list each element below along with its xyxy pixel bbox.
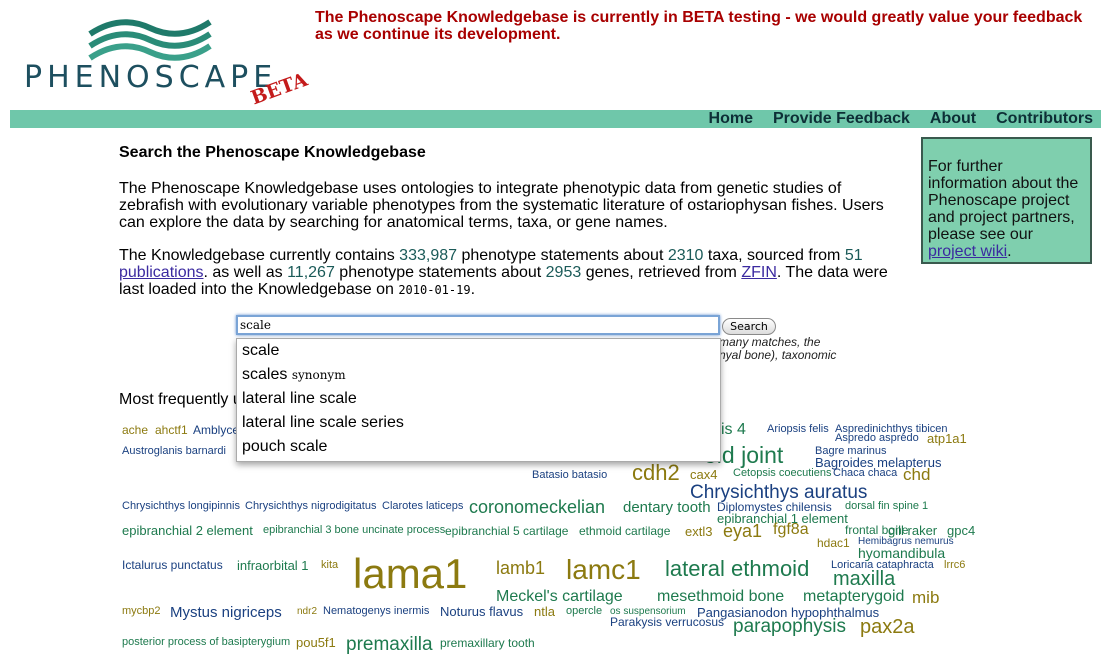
- autocomplete-dropdown: scale scales synonym lateral line scale …: [236, 338, 721, 462]
- tag-link[interactable]: coronomeckelian: [469, 498, 605, 516]
- tag-link[interactable]: posterior process of basipterygium: [122, 637, 290, 648]
- tag-link[interactable]: Chaca chaca: [833, 468, 897, 479]
- tag-link[interactable]: Aspredo aspredo: [835, 433, 919, 444]
- tag-link[interactable]: epibranchial 2 element: [122, 524, 253, 537]
- tag-link[interactable]: eya1: [723, 522, 762, 540]
- tag-link[interactable]: parapophysis: [733, 617, 846, 636]
- tag-link[interactable]: opercle: [566, 606, 602, 617]
- tag-link[interactable]: Parakysis verrucosus: [610, 616, 724, 628]
- tag-link[interactable]: fgf8a: [773, 522, 809, 538]
- tag-link[interactable]: dentary tooth: [623, 500, 711, 515]
- autocomplete-option[interactable]: pouch scale: [237, 435, 720, 459]
- tag-link[interactable]: dorsal fin spine 1: [845, 501, 928, 512]
- tag-link[interactable]: ahctf1: [155, 424, 188, 436]
- tag-link[interactable]: lateral ethmoid: [665, 558, 809, 580]
- tag-link[interactable]: kita: [321, 560, 338, 571]
- option-label: lateral line scale: [242, 390, 357, 407]
- tag-link[interactable]: Cetopsis coecutiens: [733, 468, 831, 479]
- tag-link[interactable]: ntla: [534, 605, 555, 618]
- autocomplete-option[interactable]: scale: [237, 339, 720, 363]
- tag-link[interactable]: Chrysichthys longipinnis: [122, 501, 240, 512]
- tag-link[interactable]: Noturus flavus: [440, 605, 523, 618]
- tag-link[interactable]: pou5f1: [296, 636, 336, 649]
- tag-link[interactable]: lamb1: [496, 559, 545, 577]
- tag-link[interactable]: premaxillary tooth: [440, 637, 535, 649]
- autocomplete-option[interactable]: scales synonym: [237, 363, 720, 387]
- tag-link[interactable]: Ictalurus punctatus: [122, 559, 223, 571]
- tag-link[interactable]: hyomandibula: [858, 546, 945, 560]
- tag-link[interactable]: mib: [912, 589, 939, 606]
- tag-link[interactable]: infraorbital 1: [237, 559, 309, 572]
- tag-link[interactable]: cax4: [690, 468, 717, 481]
- tag-link[interactable]: Meckel's cartilage: [496, 589, 623, 605]
- tag-cloud: ache ahctf1 Amblyce Austroglanis barnard…: [0, 0, 1109, 656]
- tag-link[interactable]: Chrysichthys nigrodigitatus: [245, 501, 376, 512]
- option-label: lateral line scale series: [242, 414, 404, 431]
- tag-link[interactable]: epibranchial 3 bone uncinate process: [263, 525, 445, 536]
- tag-link[interactable]: Mystus nigriceps: [170, 605, 282, 620]
- tag-link[interactable]: metapterygoid: [803, 589, 904, 605]
- tag-link[interactable]: mycbp2: [122, 606, 161, 617]
- tag-link[interactable]: lrrc6: [944, 560, 965, 571]
- tag-link[interactable]: atp1a1: [927, 432, 967, 445]
- tag-link[interactable]: Austroglanis barnardi: [122, 446, 226, 457]
- tag-link[interactable]: mesethmoid bone: [657, 589, 784, 605]
- tag-link[interactable]: hdac1: [817, 537, 850, 549]
- tag-link[interactable]: chd: [903, 466, 930, 483]
- tag-link[interactable]: pax2a: [860, 617, 915, 637]
- tag-link[interactable]: ndr2: [297, 607, 317, 617]
- tag-link[interactable]: Clarotes laticeps: [382, 501, 463, 512]
- autocomplete-option[interactable]: lateral line scale: [237, 387, 720, 411]
- tag-link[interactable]: premaxilla: [346, 635, 433, 654]
- option-label: scale: [242, 342, 280, 359]
- tag-link[interactable]: extl3: [685, 525, 712, 538]
- tag-link[interactable]: Batasio batasio: [532, 470, 607, 481]
- tag-link[interactable]: epibranchial 5 cartilage: [445, 525, 568, 537]
- tag-link[interactable]: lama1: [353, 553, 467, 595]
- option-label: pouch scale: [242, 438, 328, 455]
- tag-link[interactable]: cdh2: [632, 462, 680, 484]
- tag-link[interactable]: lamc1: [566, 556, 641, 584]
- tag-link[interactable]: Ariopsis felis: [767, 424, 829, 435]
- tag-link[interactable]: ethmoid cartilage: [579, 525, 670, 537]
- tag-link[interactable]: ache: [122, 424, 148, 436]
- option-label: scales: [242, 366, 288, 383]
- tag-link[interactable]: maxilla: [833, 569, 895, 589]
- tag-link[interactable]: Amblyce: [193, 424, 239, 436]
- tag-link[interactable]: Nematogenys inermis: [323, 606, 429, 617]
- autocomplete-option[interactable]: lateral line scale series: [237, 411, 720, 435]
- synonym-note: synonym: [291, 368, 346, 382]
